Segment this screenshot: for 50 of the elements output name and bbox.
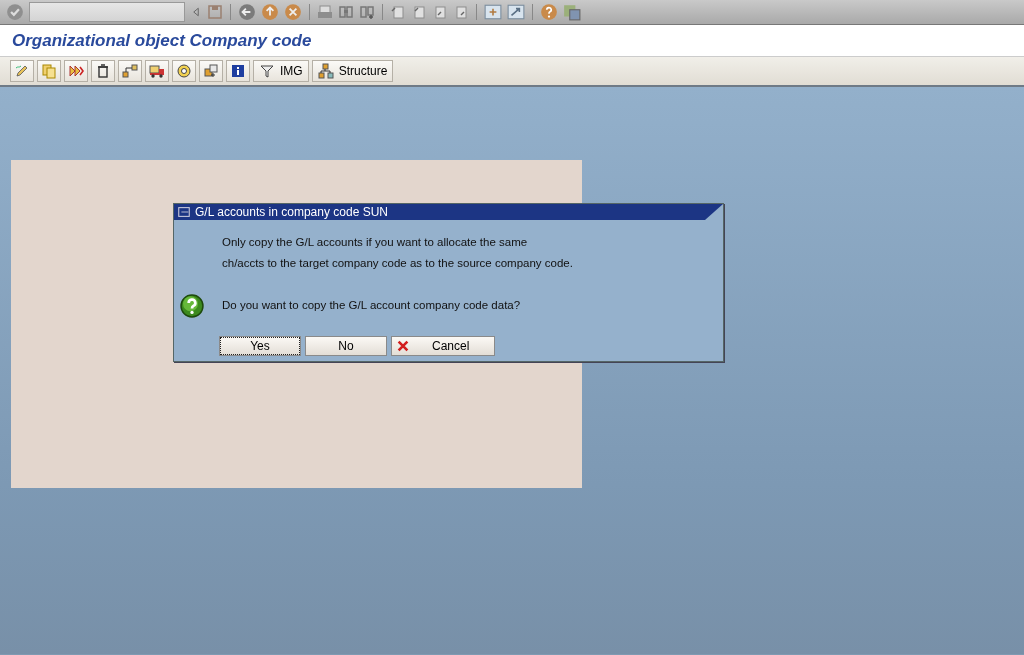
hierarchy-icon — [122, 63, 138, 79]
print-icon[interactable] — [317, 4, 333, 20]
back-icon[interactable] — [238, 3, 256, 21]
info-button[interactable] — [226, 60, 250, 82]
screen-title: Organizational object Company code — [12, 29, 312, 52]
help-icon[interactable] — [540, 3, 558, 21]
question-text: Do you want to copy the G/L account company code data? — [222, 298, 522, 313]
structure-icon — [317, 63, 334, 79]
hierarchy-button[interactable] — [118, 60, 142, 82]
transport-button[interactable] — [199, 60, 223, 82]
lifebuoy-button[interactable] — [172, 60, 196, 82]
info-icon — [230, 63, 246, 79]
question-icon — [180, 294, 204, 318]
cross-icon — [396, 339, 410, 353]
message-text: Only copy the G/L accounts if you want to allocate the same — [222, 235, 529, 250]
message-text: ch/accts to the target company code as to the source company code. — [222, 256, 574, 271]
double-arrow-button[interactable] — [64, 60, 88, 82]
find-icon[interactable] — [338, 4, 354, 20]
last-page-icon[interactable] — [453, 4, 469, 20]
funnel-icon — [259, 63, 275, 79]
triangle-left-icon[interactable] — [190, 4, 202, 20]
exit-icon[interactable] — [261, 3, 279, 21]
dialog-button[interactable]: Yes — [219, 336, 301, 356]
layout-menu-icon[interactable] — [563, 3, 581, 21]
lifebuoy-icon — [176, 63, 192, 79]
new-session-icon[interactable] — [484, 3, 502, 21]
pencil-icon — [14, 63, 30, 79]
find-next-icon[interactable] — [359, 4, 375, 20]
next-page-icon[interactable] — [432, 4, 448, 20]
truck-button[interactable] — [145, 60, 169, 82]
toolbar-button[interactable]: IMG — [253, 60, 309, 82]
truck-icon — [149, 63, 165, 79]
toolbar-button[interactable]: Structure — [311, 60, 394, 82]
enter-check-icon[interactable] — [6, 3, 24, 21]
previous-page-icon[interactable] — [411, 4, 427, 20]
transport-icon — [203, 63, 219, 79]
shortcut-icon[interactable] — [507, 3, 525, 21]
dialog-button[interactable]: No — [305, 336, 387, 356]
command-field[interactable] — [29, 2, 185, 22]
pencil-button[interactable] — [10, 60, 34, 82]
dialog-title: G/L accounts in company code SUN — [195, 204, 388, 221]
dialog-button[interactable]: Cancel — [391, 336, 495, 356]
trash-button[interactable] — [91, 60, 115, 82]
window-icon — [177, 205, 191, 219]
cancel-icon[interactable] — [284, 3, 302, 21]
first-page-icon[interactable] — [390, 4, 406, 20]
copy-icon — [41, 63, 57, 79]
double-arrow-icon — [68, 63, 84, 79]
trash-icon — [95, 63, 111, 79]
save-icon[interactable] — [207, 4, 223, 20]
